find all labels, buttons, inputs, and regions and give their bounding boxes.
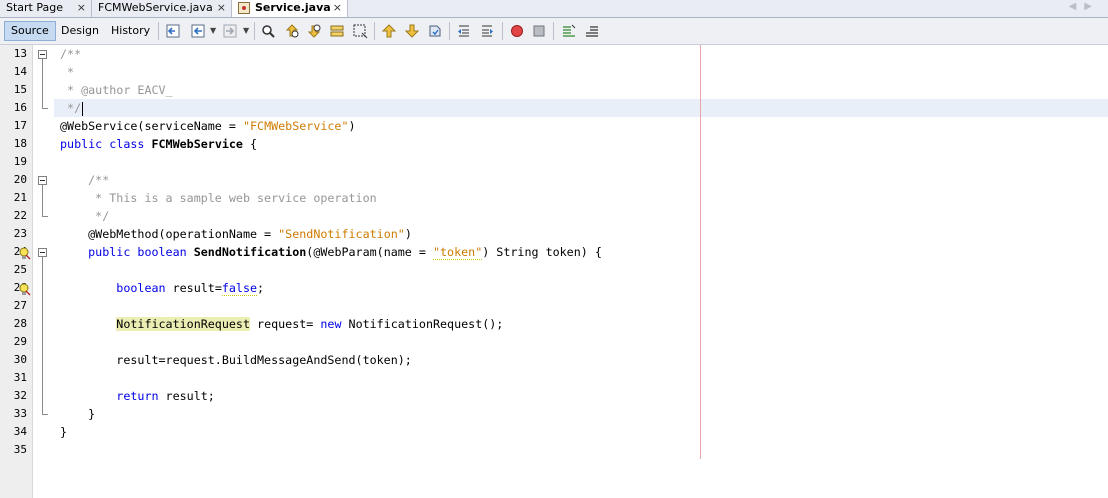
text-caret [82, 101, 84, 116]
tab-label: Start Page [6, 1, 63, 14]
code-line: * [60, 65, 75, 79]
tab-label: FCMWebService.java [98, 1, 213, 14]
line-number: 19 [13, 155, 27, 168]
history-view-button[interactable]: History [105, 21, 156, 41]
shift-line-right-icon[interactable] [479, 23, 495, 39]
code-line: NotificationRequest request= new Notific… [116, 317, 504, 331]
tab-fcmwebservice-java[interactable]: FCMWebService.java × [92, 0, 232, 17]
line-number: 29 [13, 335, 27, 348]
code-line: * @author EACV_ [60, 83, 173, 97]
design-view-button[interactable]: Design [55, 21, 105, 41]
code-line: * This is a sample web service operation [60, 191, 377, 205]
code-line: boolean result=false; [60, 281, 265, 296]
code-line: public boolean SendNotification(@WebPara… [60, 245, 602, 260]
line-number: 25 [13, 263, 27, 276]
java-file-icon [238, 2, 250, 14]
previous-bookmark-icon[interactable] [381, 23, 397, 39]
code-line: } [60, 407, 96, 421]
back-icon[interactable] [190, 23, 206, 39]
code-line: */ [60, 101, 84, 116]
editor-tab-bar: Start Page × FCMWebService.java × Servic… [0, 0, 1108, 18]
code-line: /** [60, 47, 82, 61]
close-icon[interactable]: × [333, 0, 342, 16]
find-next-icon[interactable] [306, 23, 322, 39]
uncomment-icon[interactable] [584, 23, 600, 39]
code-line: result=request.BuildMessageAndSend(token… [60, 353, 412, 367]
code-line: */ [60, 209, 110, 223]
line-number: 31 [13, 371, 27, 384]
tab-scroll-arrows-icon[interactable]: ◀▶ [1069, 1, 1100, 12]
shift-line-left-icon[interactable] [456, 23, 472, 39]
source-view-button[interactable]: Source [4, 21, 56, 41]
editor-toolbar: Source Design History ▼ ▼ [0, 18, 1108, 45]
close-icon[interactable]: × [77, 0, 86, 16]
code-line: @WebService(serviceName = "FCMWebService… [60, 119, 356, 133]
tab-start-page[interactable]: Start Page × [0, 0, 92, 17]
tab-service-java[interactable]: Service.java × [232, 0, 348, 17]
toggle-highlight-search-icon[interactable] [329, 23, 345, 39]
code-line: public class FCMWebService { [60, 137, 258, 151]
code-line: @WebMethod(operationName = "SendNotifica… [60, 227, 412, 241]
line-number: 35 [13, 443, 27, 456]
comment-icon[interactable] [561, 23, 577, 39]
stop-macro-recording-icon[interactable] [531, 23, 547, 39]
next-bookmark-icon[interactable] [404, 23, 420, 39]
code-line: return result; [60, 389, 215, 403]
start-macro-recording-icon[interactable] [509, 23, 525, 39]
tab-label: Service.java [255, 1, 331, 14]
rectangular-selection-icon[interactable] [352, 23, 368, 39]
code-line: } [60, 425, 68, 439]
forward-icon[interactable] [222, 23, 238, 39]
find-previous-icon[interactable] [284, 23, 300, 39]
last-edit-icon[interactable] [165, 23, 181, 39]
find-icon[interactable] [260, 23, 276, 39]
toggle-bookmark-icon[interactable] [427, 23, 443, 39]
close-icon[interactable]: × [217, 0, 226, 16]
code-line: /** [60, 173, 110, 187]
line-number: 27 [13, 299, 27, 312]
